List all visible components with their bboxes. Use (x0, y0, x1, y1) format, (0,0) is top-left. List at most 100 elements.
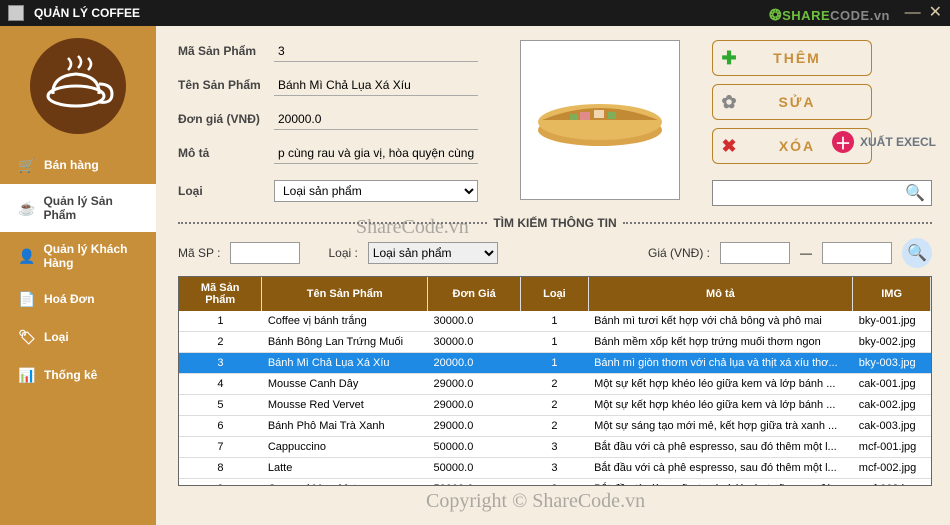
close-icon[interactable]: ✕ (929, 5, 942, 21)
filter-search-button[interactable]: 🔍 (902, 238, 932, 268)
add-button[interactable]: ✚THÊM (712, 40, 872, 76)
search-input-top[interactable]: 🔍 (712, 180, 932, 206)
cell-name: Bánh Bông Lan Trứng Muối (262, 332, 428, 353)
sidebar-item-2[interactable]: 👤 Quản lý Khách Hàng (0, 232, 156, 280)
sidebar-item-label: Hoá Đơn (44, 292, 95, 306)
cell-desc: Bánh mì tươi kết hợp với chả bông và phô… (588, 311, 853, 332)
cell-name: Mousse Red Vervet (262, 395, 428, 416)
column-header[interactable]: Mô tả (588, 277, 853, 311)
filter-label-price: Giá (VNĐ) : (648, 246, 710, 260)
cell-img: bky-002.jpg (853, 332, 931, 353)
sidebar-item-1[interactable]: ☕Quản lý Sản Phẩm (0, 184, 156, 232)
cell-id: 3 (179, 353, 262, 374)
cell-type: 2 (521, 374, 588, 395)
sidebar-item-3[interactable]: 📄Hoá Đơn (0, 280, 156, 318)
filter-label-type: Loại : (328, 246, 357, 260)
filter-input-id[interactable] (230, 242, 300, 264)
cell-name: Latte (262, 458, 428, 479)
label-price: Đơn giá (VNĐ) (178, 112, 268, 126)
edit-button[interactable]: ✿SỬA (712, 84, 872, 120)
x-icon: ✖ (713, 136, 747, 157)
cell-price: 29000.0 (428, 374, 521, 395)
table-row[interactable]: 9Caramel Macchiato50000.03Bắt đầu từ dòn… (179, 479, 931, 487)
filter-label-id: Mã SP : (178, 246, 220, 260)
app-icon (8, 5, 24, 21)
table-row[interactable]: 3Bánh Mì Chả Lụa Xá Xíu20000.01Bánh mì g… (179, 353, 931, 374)
cell-price: 29000.0 (428, 416, 521, 437)
minimize-icon[interactable]: — (905, 5, 921, 21)
table-row[interactable]: 1Coffee vị bánh trắng30000.01Bánh mì tươ… (179, 311, 931, 332)
cell-type: 2 (521, 416, 588, 437)
sidebar-item-4[interactable]: 🏷Loại (0, 318, 156, 356)
cell-price: 30000.0 (428, 311, 521, 332)
column-header[interactable]: Đơn Giá (428, 277, 521, 311)
input-product-desc[interactable] (274, 142, 478, 164)
product-table-wrap[interactable]: Mã Sản PhẩmTên Sản PhẩmĐơn GiáLoạiMô tảI… (178, 276, 932, 486)
cell-desc: Bắt đầu với cà phê espresso, sau đó thêm… (588, 458, 853, 479)
cell-desc: Bắt đầu từ dòng sữa tươi và lớp bọt sữa,… (588, 479, 853, 487)
cell-img: bky-003.jpg (853, 353, 931, 374)
sidebar: 🛒Bán hàng☕Quản lý Sản Phẩm 👤 Quản lý Khách… (0, 26, 156, 525)
titlebar: QUẢN LÝ COFFEE — ✕ (0, 0, 950, 26)
sidebar-item-label: Loại (44, 330, 69, 344)
search-icon[interactable]: 🔍 (905, 183, 925, 203)
export-excel-button[interactable]: ＋XUẤT EXECL (832, 128, 942, 156)
cell-desc: Bắt đầu với cà phê espresso, sau đó thêm… (588, 437, 853, 458)
cell-id: 7 (179, 437, 262, 458)
cell-type: 3 (521, 437, 588, 458)
input-product-price[interactable] (274, 108, 478, 130)
cell-img: cak-001.jpg (853, 374, 931, 395)
cell-id: 2 (179, 332, 262, 353)
label-desc: Mô tả (178, 146, 268, 160)
cell-desc: Một sự kết hợp khéo léo giữa kem và lớp … (588, 395, 853, 416)
cell-img: cak-003.jpg (853, 416, 931, 437)
input-product-name[interactable] (274, 74, 478, 96)
column-header[interactable]: Mã Sản Phẩm (179, 277, 262, 311)
label-name: Tên Sản Phẩm (178, 78, 268, 92)
table-row[interactable]: 8Latte50000.03Bắt đầu với cà phê espress… (179, 458, 931, 479)
table-row[interactable]: 5Mousse Red Vervet29000.02Một sự kết hợp… (179, 395, 931, 416)
cell-name: Mousse Canh Dây (262, 374, 428, 395)
table-row[interactable]: 2Bánh Bông Lan Trứng Muối30000.01Bánh mề… (179, 332, 931, 353)
column-header[interactable]: Tên Sản Phẩm (262, 277, 428, 311)
select-product-type[interactable]: Loại sản phẩm (274, 180, 478, 202)
sidebar-item-label: Thống kê (44, 368, 97, 382)
sidebar-item-0[interactable]: 🛒Bán hàng (0, 146, 156, 184)
cell-img: cak-002.jpg (853, 395, 931, 416)
cell-id: 1 (179, 311, 262, 332)
cell-name: Cappuccino (262, 437, 428, 458)
cell-name: Coffee vị bánh trắng (262, 311, 428, 332)
column-header[interactable]: Loại (521, 277, 588, 311)
search-section-heading: TÌM KIẾM THÔNG TIN (178, 216, 932, 230)
cell-id: 6 (179, 416, 262, 437)
action-buttons: ✚THÊM ✿SỬA ✖XÓA 🔍 (712, 40, 932, 206)
cell-id: 4 (179, 374, 262, 395)
sidebar-item-label: Quản lý Khách Hàng (43, 242, 144, 270)
table-row[interactable]: 6Bánh Phô Mai Trà Xanh29000.02Một sự sán… (179, 416, 931, 437)
cell-name: Caramel Macchiato (262, 479, 428, 487)
filter-select-type[interactable]: Loại sản phẩm (368, 242, 498, 264)
user-icon: 👤 (18, 247, 35, 265)
cell-price: 50000.0 (428, 458, 521, 479)
table-row[interactable]: 7Cappuccino50000.03Bắt đầu với cà phê es… (179, 437, 931, 458)
input-product-id[interactable] (274, 40, 478, 62)
cell-name: Bánh Mì Chả Lụa Xá Xíu (262, 353, 428, 374)
column-header[interactable]: IMG (853, 277, 931, 311)
product-image[interactable] (520, 40, 680, 200)
dash-separator: — (800, 246, 812, 260)
cell-price: 20000.0 (428, 353, 521, 374)
cell-price: 50000.0 (428, 437, 521, 458)
cell-desc: Bánh mì giòn thơm với chả lụa và thịt xá… (588, 353, 853, 374)
cell-type: 1 (521, 332, 588, 353)
cell-id: 9 (179, 479, 262, 487)
cell-img: mcf-001.jpg (853, 437, 931, 458)
filter-input-price-max[interactable] (822, 242, 892, 264)
chart-icon: 📊 (18, 366, 36, 384)
search-icon: 🔍 (907, 243, 927, 263)
window-title: QUẢN LÝ COFFEE (34, 6, 140, 20)
table-row[interactable]: 4Mousse Canh Dây29000.02Một sự kết hợp k… (179, 374, 931, 395)
sidebar-item-label: Bán hàng (44, 158, 99, 172)
sidebar-item-5[interactable]: 📊 Thống kê (0, 356, 156, 394)
filter-input-price-min[interactable] (720, 242, 790, 264)
cell-type: 3 (521, 458, 588, 479)
